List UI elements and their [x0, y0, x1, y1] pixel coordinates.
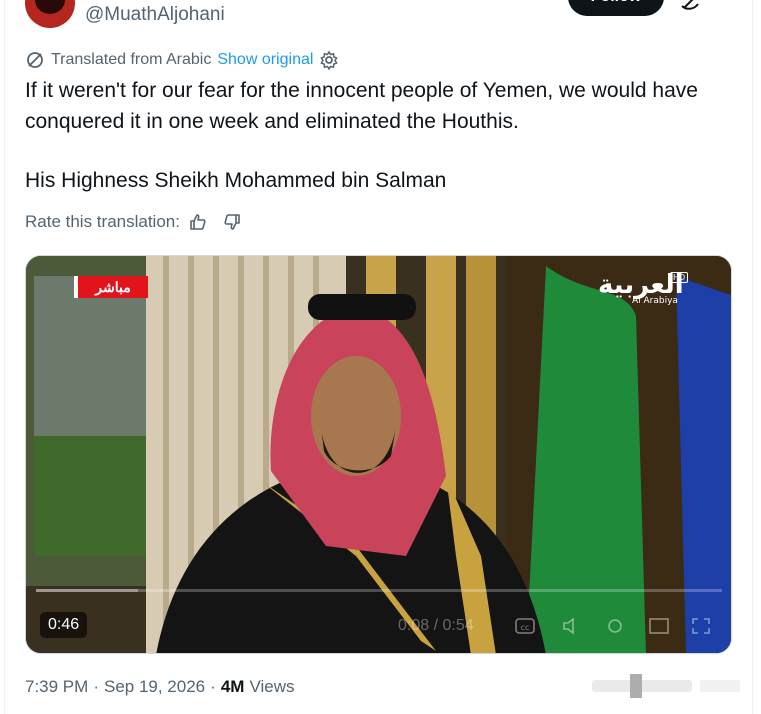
- channel-logo-english: Al Arabiya: [632, 296, 678, 306]
- video-duration-badge: 0:46: [40, 612, 88, 638]
- meta-separator-2: ·: [210, 677, 216, 696]
- translate-icon: [27, 52, 43, 68]
- user-handle[interactable]: @MuathAljohani: [85, 4, 225, 26]
- rate-translation-row: Rate this translation:: [25, 212, 242, 232]
- translation-row: Translated from Arabic Show original: [25, 48, 339, 72]
- live-badge: مباشر: [74, 276, 148, 298]
- pip-icon[interactable]: [648, 616, 670, 636]
- thumbs-down-icon[interactable]: [222, 212, 242, 232]
- settings-icon[interactable]: [604, 616, 626, 636]
- tweet-text: If it weren't for our fear for the innoc…: [25, 75, 740, 137]
- svg-text:cc: cc: [521, 623, 530, 632]
- volume-icon[interactable]: [561, 616, 583, 636]
- video-progress-bar[interactable]: [36, 589, 722, 592]
- translated-label: Translated from Arabic: [51, 51, 212, 68]
- tweet-meta: 7:39 PM · Sep 19, 2026 · 4M Views: [25, 677, 294, 697]
- channel-hd-badge: HD: [670, 272, 689, 283]
- watermark-logo: [592, 674, 740, 698]
- tweet-date[interactable]: Sep 19, 2026: [104, 677, 205, 697]
- fullscreen-icon[interactable]: [690, 616, 712, 636]
- tweet-signature: His Highness Sheikh Mohammed bin Salman: [25, 169, 447, 192]
- video-playback-time: 0:08 / 0:54: [398, 617, 474, 634]
- video-frame: [26, 256, 731, 653]
- meta-separator: ·: [93, 677, 99, 696]
- views-label: Views: [249, 677, 295, 696]
- video-progress-fill: [36, 589, 138, 592]
- follow-button[interactable]: Follow: [568, 0, 664, 16]
- channel-logo: العربية Al Arabiya HD: [598, 270, 689, 306]
- thumbs-up-icon[interactable]: [188, 212, 208, 232]
- views-count: 4M: [220, 677, 245, 696]
- tweet-time[interactable]: 7:39 PM: [25, 677, 88, 697]
- gear-icon[interactable]: [319, 50, 339, 70]
- rate-label: Rate this translation:: [25, 212, 180, 231]
- video-player[interactable]: مباشر العربية Al Arabiya HD 0:46 0:08 / …: [25, 255, 732, 654]
- show-original-link[interactable]: Show original: [217, 51, 313, 69]
- captions-icon[interactable]: cc: [514, 616, 536, 636]
- grok-icon[interactable]: [678, 0, 702, 12]
- tweet-body: If it weren't for our fear for the innoc…: [25, 79, 698, 133]
